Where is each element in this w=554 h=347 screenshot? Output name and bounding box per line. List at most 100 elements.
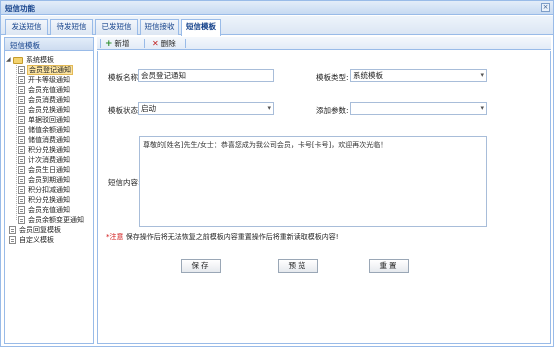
- tree-leaf-label: 会员余额变更通知: [28, 216, 84, 224]
- document-icon: [18, 96, 25, 104]
- tree-leaf[interactable]: 积分兑换通知: [18, 145, 71, 155]
- tree-leaf-label: 储值消费通知: [28, 136, 70, 144]
- document-icon: [18, 186, 25, 194]
- sms-content-textarea[interactable]: 尊敬的[姓名]先生/女士：恭喜您成为我公司会员，卡号[卡号]，欢迎再次光临！: [139, 136, 487, 227]
- tree-node-system-templates[interactable]: ◢ 系统模板: [6, 55, 55, 65]
- document-icon: [18, 156, 25, 164]
- sms-function-window: 短信功能 × 发送短信 待发短信 已发短信 短信接收 短信模板 短信模板 ◢ 系统…: [0, 0, 554, 347]
- sidebar-title: 短信模板: [10, 41, 40, 50]
- tree-leaf-label: 单据驳回通知: [28, 116, 70, 124]
- document-icon: [18, 176, 25, 184]
- document-icon: [18, 166, 25, 174]
- add-param-label: 添加参数:: [316, 106, 349, 115]
- document-icon: [18, 206, 25, 214]
- tree-leaf[interactable]: 会员充值通知: [18, 205, 71, 215]
- chevron-down-icon: ▾: [480, 71, 484, 79]
- tree-leaf-label: 会员到期通知: [28, 176, 70, 184]
- save-warning-note: *注意 保存操作后将无法恢复之前模板内容重置操作后将重新读取模板内容!: [106, 232, 339, 242]
- tree-leaf-label: 积分兑换通知: [28, 146, 70, 154]
- template-type-select[interactable]: 系统模板 ▾: [350, 69, 487, 82]
- delete-button-label: 删除: [160, 39, 176, 48]
- tab-receive-sms[interactable]: 短信接收: [140, 19, 179, 35]
- tree-leaf-member-register[interactable]: 会员登记通知: [18, 65, 73, 75]
- tree-leaf[interactable]: 积分兑换通知: [18, 195, 71, 205]
- close-icon[interactable]: ×: [541, 3, 550, 12]
- tab-sms-template[interactable]: 短信模板: [181, 19, 221, 36]
- tree-leaf-label: 计次消费通知: [28, 156, 70, 164]
- tree-leaf[interactable]: 会员生日通知: [18, 165, 71, 175]
- document-icon: [18, 66, 25, 74]
- template-status-label: 模板状态:: [108, 106, 141, 115]
- template-name-label: 模板名称:: [108, 73, 141, 82]
- template-status-value: 启动: [141, 104, 156, 113]
- document-icon: [18, 116, 25, 124]
- tree-leaf-label: 会员生日通知: [28, 166, 70, 174]
- document-icon: [9, 226, 16, 234]
- tab-sent-sms[interactable]: 已发短信: [95, 19, 138, 35]
- add-button[interactable]: + 新增: [105, 38, 130, 49]
- note-text: 保存操作后将无法恢复之前模板内容重置操作后将重新读取模板内容!: [125, 233, 339, 241]
- tree-leaf-label: 积分兑换通知: [28, 196, 70, 204]
- collapse-toggle-icon[interactable]: ◢: [6, 55, 12, 65]
- sidebar-header: 短信模板: [5, 38, 93, 51]
- tree-node-label: 自定义模板: [19, 236, 54, 244]
- document-icon: [18, 86, 25, 94]
- document-icon: [18, 76, 25, 84]
- template-name-input[interactable]: 会员登记通知: [138, 69, 274, 82]
- document-icon: [18, 146, 25, 154]
- chevron-down-icon: ▾: [267, 104, 271, 112]
- reset-button[interactable]: 重置: [369, 259, 409, 273]
- template-status-select[interactable]: 启动 ▾: [138, 102, 274, 115]
- tree-leaf[interactable]: 积分扣减通知: [18, 185, 71, 195]
- tree-leaf-label: 会员消费通知: [28, 96, 70, 104]
- tree-leaf[interactable]: 单据驳回通知: [18, 115, 71, 125]
- tree-leaf-label: 储值余额通知: [28, 126, 70, 134]
- template-type-value: 系统模板: [353, 71, 383, 80]
- template-sidebar: 短信模板 ◢ 系统模板 会员登记通知 开卡等级通知 会员充值通知 会员消费通知 会…: [4, 37, 94, 344]
- tree-leaf[interactable]: 开卡等级通知: [18, 75, 71, 85]
- tab-send-sms[interactable]: 发送短信: [5, 19, 48, 35]
- tab-pending-sms[interactable]: 待发短信: [50, 19, 93, 35]
- add-icon: +: [105, 39, 113, 49]
- tree-leaf-label: 会员充值通知: [28, 86, 70, 94]
- document-icon: [18, 216, 25, 224]
- tree-leaf[interactable]: 储值消费通知: [18, 135, 71, 145]
- tree-node-label: 系统模板: [26, 56, 54, 64]
- tree-node-label: 会员回复模板: [19, 226, 61, 234]
- tree-node-custom-templates[interactable]: 自定义模板: [9, 235, 55, 245]
- tree-leaf-label: 积分扣减通知: [28, 186, 70, 194]
- sms-content-label: 短信内容:: [108, 178, 141, 187]
- document-icon: [9, 236, 16, 244]
- folder-open-icon: [13, 57, 23, 64]
- tree-leaf-label: 会员兑换通知: [28, 106, 70, 114]
- tree-leaf[interactable]: 会员兑换通知: [18, 105, 71, 115]
- preview-button[interactable]: 预览: [278, 259, 318, 273]
- template-toolbar: + 新增 ✕ 删除: [97, 37, 551, 50]
- template-type-label: 模板类型:: [316, 73, 349, 82]
- tree-leaf-label: 开卡等级通知: [28, 76, 70, 84]
- add-param-select[interactable]: ▾: [350, 102, 487, 115]
- delete-icon: ✕: [152, 39, 159, 48]
- tree-leaf-label: 会员充值通知: [28, 206, 70, 214]
- window-title: 短信功能: [5, 4, 35, 13]
- note-prefix: *注意: [106, 233, 124, 241]
- tree-node-reply-templates[interactable]: 会员回复模板: [9, 225, 62, 235]
- window-titlebar: 短信功能 ×: [1, 1, 553, 15]
- document-icon: [18, 136, 25, 144]
- tree-leaf[interactable]: 会员消费通知: [18, 95, 71, 105]
- chevron-down-icon: ▾: [480, 104, 484, 112]
- document-icon: [18, 106, 25, 114]
- document-icon: [18, 126, 25, 134]
- tree-leaf[interactable]: 会员充值通知: [18, 85, 71, 95]
- tab-strip: 发送短信 待发短信 已发短信 短信接收 短信模板: [1, 16, 553, 36]
- tree-leaf[interactable]: 会员余额变更通知: [18, 215, 85, 225]
- tree-leaf[interactable]: 计次消费通知: [18, 155, 71, 165]
- template-form-panel: 模板名称: 会员登记通知 模板类型: 系统模板 ▾ 模板状态: 启动 ▾ 添加参…: [97, 51, 551, 344]
- tree-leaf[interactable]: 储值余额通知: [18, 125, 71, 135]
- tree-leaf[interactable]: 会员到期通知: [18, 175, 71, 185]
- tree-leaf-label: 会员登记通知: [27, 65, 73, 75]
- save-button[interactable]: 保存: [181, 259, 221, 273]
- document-icon: [18, 196, 25, 204]
- delete-button[interactable]: ✕ 删除: [152, 38, 176, 49]
- add-button-label: 新增: [114, 39, 130, 48]
